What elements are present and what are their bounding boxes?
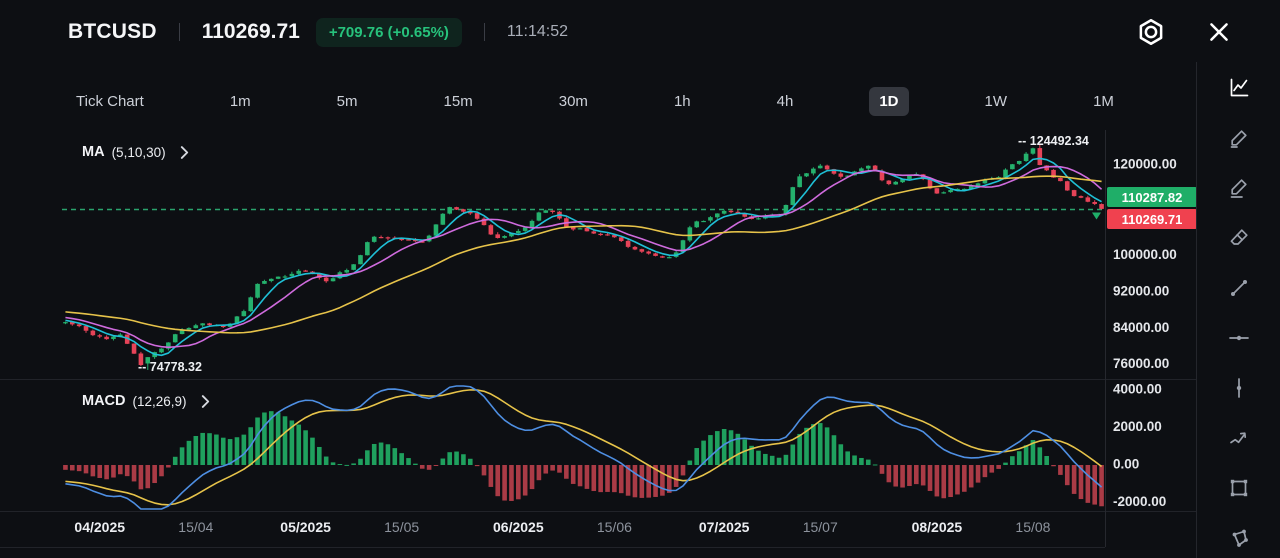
line-chart-icon [1227,76,1251,100]
tool-horizontal-line[interactable] [1219,318,1259,358]
tab-1m[interactable]: 1M [1083,87,1124,116]
last-price-badge: 110269.71 [1107,209,1197,229]
pencil-icon [1227,126,1251,150]
chevron-right-icon [180,146,189,159]
symbol-label: BTCUSD [68,20,157,44]
tab-1d[interactable]: 1D [869,87,908,116]
pencil-line-icon [1227,176,1251,200]
ma-label: MA [82,144,105,160]
chevron-right-icon [201,395,210,408]
tool-wave-arrow[interactable] [1219,418,1259,458]
tool-pencil-line[interactable] [1219,168,1259,208]
drawing-toolbar [1196,62,1280,558]
eraser-icon [1227,226,1251,250]
settings-hex-icon [1136,17,1166,47]
macd-indicator-legend[interactable]: MACD (12,26,9) [82,393,210,409]
tab-15m[interactable]: 15m [434,87,483,116]
tool-vertical-line[interactable] [1219,368,1259,408]
low-price-annotation: -- 74778.32 [138,360,202,374]
mark-price-badge: 110287.82 [1107,187,1197,207]
timeframe-tabs: Tick Chart 1m 5m 15m 30m 1h 4h 1D 1W 1M [66,84,1124,118]
polygon-icon [1227,526,1251,550]
tab-5m[interactable]: 5m [327,87,368,116]
ma-indicator-legend[interactable]: MA (5,10,30) [82,144,189,160]
tool-line-chart[interactable] [1219,68,1259,108]
wave-arrow-icon [1227,426,1251,450]
tab-1m[interactable]: 1m [220,87,261,116]
tab-1w[interactable]: 1W [975,87,1018,116]
tool-trend-line[interactable] [1219,268,1259,308]
tab-30m[interactable]: 30m [549,87,598,116]
ma-params: (5,10,30) [112,145,166,160]
high-price-annotation: -- 124492.34 [1018,134,1089,148]
macd-label: MACD [82,393,126,409]
macd-params: (12,26,9) [133,394,187,409]
vertical-line-icon [1227,376,1251,400]
last-price: 110269.71 [202,20,300,44]
tool-pencil[interactable] [1219,118,1259,158]
tool-eraser[interactable] [1219,218,1259,258]
trading-chart-app: BTCUSD 110269.71 +709.76 (+0.65%) 11:14:… [0,0,1280,558]
header-divider [484,23,485,41]
tab-tick-chart[interactable]: Tick Chart [66,87,154,116]
settings-button[interactable] [1134,15,1168,49]
rectangle-icon [1227,476,1251,500]
close-button[interactable] [1202,15,1236,49]
change-badge: +709.76 (+0.65%) [316,18,462,47]
tool-rectangle[interactable] [1219,468,1259,508]
header-divider [179,23,180,41]
clock: 11:14:52 [507,23,568,41]
trend-line-icon [1227,276,1251,300]
horizontal-line-icon [1227,326,1251,350]
tab-4h[interactable]: 4h [767,87,804,116]
close-icon [1206,19,1232,45]
tool-polygon[interactable] [1219,518,1259,558]
tab-1h[interactable]: 1h [664,87,701,116]
chart-header: BTCUSD 110269.71 +709.76 (+0.65%) 11:14:… [0,0,1280,64]
